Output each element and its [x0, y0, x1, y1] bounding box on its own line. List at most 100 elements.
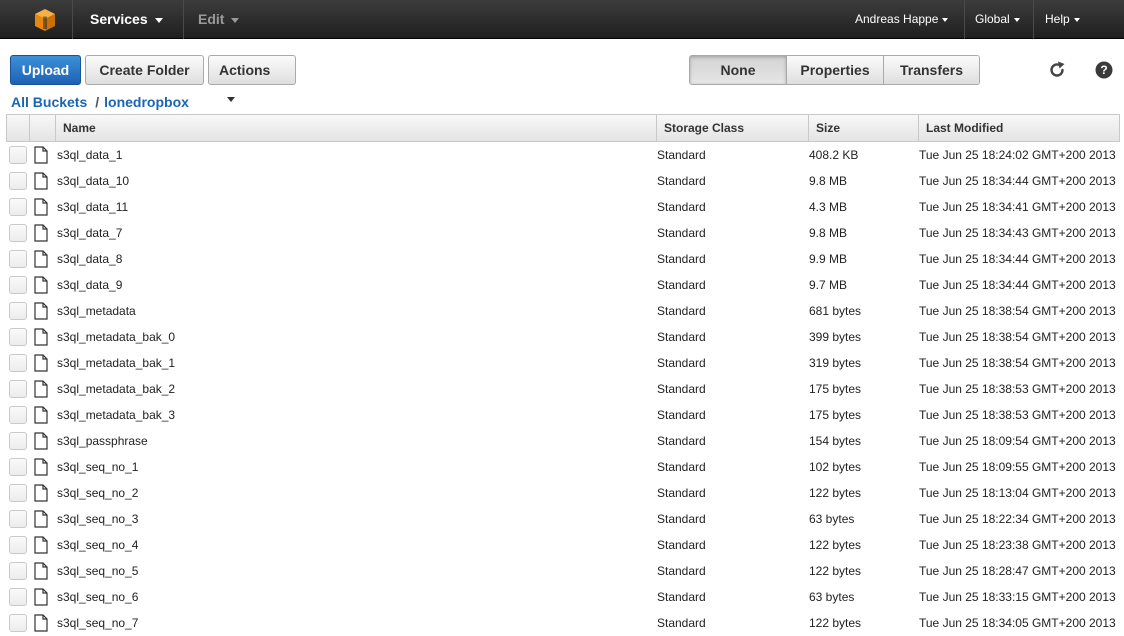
- file-name[interactable]: s3ql_passphrase: [57, 428, 148, 454]
- refresh-icon[interactable]: [1046, 59, 1068, 81]
- row-checkbox[interactable]: [9, 146, 27, 164]
- row-checkbox[interactable]: [9, 432, 27, 450]
- nav-divider: [72, 0, 73, 39]
- nav-divider: [1033, 0, 1034, 39]
- file-size: 9.7 MB: [809, 278, 848, 292]
- storage-class: Standard: [657, 200, 706, 214]
- row-checkbox[interactable]: [9, 172, 27, 190]
- row-checkbox[interactable]: [9, 198, 27, 216]
- actions-label: Actions: [219, 62, 271, 78]
- table-row[interactable]: s3ql_metadata_bak_3 Standard 175 bytes Tue …: [6, 402, 1120, 428]
- file-name[interactable]: s3ql_data_9: [57, 272, 122, 298]
- column-header-last-modified[interactable]: Last Modified: [918, 115, 1119, 141]
- file-name[interactable]: s3ql_metadata_bak_3: [57, 402, 175, 428]
- file-name[interactable]: s3ql_seq_no_6: [57, 584, 138, 610]
- row-checkbox[interactable]: [9, 354, 27, 372]
- file-icon: [34, 562, 48, 580]
- row-checkbox[interactable]: [9, 224, 27, 242]
- last-modified: Tue Jun 25 18:34:43 GMT+200 2013: [919, 226, 1116, 240]
- table-row[interactable]: s3ql_metadata_bak_0 Standard 399 bytes Tue …: [6, 324, 1120, 350]
- table-row[interactable]: s3ql_passphrase Standard 154 bytes Tue Jun …: [6, 428, 1120, 454]
- table-row[interactable]: s3ql_data_8 Standard 9.9 MB Tue Jun 25 18:3…: [6, 246, 1120, 272]
- column-header-size[interactable]: Size: [808, 115, 918, 141]
- services-menu[interactable]: Services: [90, 0, 163, 39]
- file-name[interactable]: s3ql_seq_no_4: [57, 532, 138, 558]
- table-row[interactable]: s3ql_seq_no_6 Standard 63 bytes Tue Jun 25 …: [6, 584, 1120, 610]
- storage-class: Standard: [657, 486, 706, 500]
- row-checkbox[interactable]: [9, 328, 27, 346]
- breadcrumb-all-buckets[interactable]: All Buckets: [11, 94, 87, 110]
- row-checkbox[interactable]: [9, 484, 27, 502]
- file-name[interactable]: s3ql_data_1: [57, 142, 122, 168]
- file-name[interactable]: s3ql_seq_no_5: [57, 558, 138, 584]
- row-checkbox[interactable]: [9, 536, 27, 554]
- file-icon: [34, 380, 48, 398]
- file-name[interactable]: s3ql_seq_no_1: [57, 454, 138, 480]
- table-row[interactable]: s3ql_data_9 Standard 9.7 MB Tue Jun 25 18:3…: [6, 272, 1120, 298]
- last-modified: Tue Jun 25 18:28:47 GMT+200 2013: [919, 564, 1116, 578]
- row-checkbox[interactable]: [9, 380, 27, 398]
- table-row[interactable]: s3ql_seq_no_4 Standard 122 bytes Tue Jun 25…: [6, 532, 1120, 558]
- file-name[interactable]: s3ql_data_7: [57, 220, 122, 246]
- edit-menu[interactable]: Edit: [198, 0, 240, 39]
- file-name[interactable]: s3ql_seq_no_2: [57, 480, 138, 506]
- table-row[interactable]: s3ql_metadata_bak_2 Standard 175 bytes Tue …: [6, 376, 1120, 402]
- row-checkbox[interactable]: [9, 458, 27, 476]
- region-menu[interactable]: Global: [975, 0, 1020, 39]
- row-checkbox[interactable]: [9, 510, 27, 528]
- column-header-name[interactable]: Name: [55, 115, 656, 141]
- last-modified: Tue Jun 25 18:38:54 GMT+200 2013: [919, 304, 1116, 318]
- region-label: Global: [975, 12, 1010, 26]
- table-row[interactable]: s3ql_seq_no_7 Standard 122 bytes Tue Jun 25…: [6, 610, 1120, 636]
- help-menu[interactable]: Help: [1045, 0, 1080, 39]
- view-transfers-tab[interactable]: Transfers: [884, 56, 979, 84]
- object-table: Name Storage Class Size Last Modified s3…: [6, 114, 1120, 636]
- table-row[interactable]: s3ql_data_11 Standard 4.3 MB Tue Jun 25 18:…: [6, 194, 1120, 220]
- file-icon: [34, 510, 48, 528]
- table-row[interactable]: s3ql_seq_no_5 Standard 122 bytes Tue Jun 25…: [6, 558, 1120, 584]
- view-switcher: None Properties Transfers: [689, 55, 980, 85]
- last-modified: Tue Jun 25 18:09:55 GMT+200 2013: [919, 460, 1116, 474]
- file-name[interactable]: s3ql_data_10: [57, 168, 129, 194]
- file-icon: [34, 250, 48, 268]
- help-icon[interactable]: ?: [1093, 59, 1115, 81]
- file-name[interactable]: s3ql_data_8: [57, 246, 122, 272]
- file-size: 9.8 MB: [809, 174, 848, 188]
- column-header-storage-class[interactable]: Storage Class: [656, 115, 808, 141]
- table-row[interactable]: s3ql_seq_no_1 Standard 102 bytes Tue Jun 25…: [6, 454, 1120, 480]
- table-row[interactable]: s3ql_data_10 Standard 9.8 MB Tue Jun 25 18:…: [6, 168, 1120, 194]
- chevron-down-icon: [154, 17, 163, 23]
- table-row[interactable]: s3ql_seq_no_3 Standard 63 bytes Tue Jun 25 …: [6, 506, 1120, 532]
- user-menu[interactable]: Andreas Happe: [855, 0, 949, 39]
- storage-class: Standard: [657, 304, 706, 318]
- breadcrumb-bucket[interactable]: lonedropbox: [104, 94, 189, 110]
- view-properties-tab[interactable]: Properties: [787, 56, 884, 84]
- storage-class: Standard: [657, 330, 706, 344]
- row-checkbox[interactable]: [9, 588, 27, 606]
- row-checkbox[interactable]: [9, 614, 27, 632]
- file-name[interactable]: s3ql_metadata_bak_2: [57, 376, 175, 402]
- row-checkbox[interactable]: [9, 406, 27, 424]
- view-none-tab[interactable]: None: [690, 56, 787, 84]
- create-folder-button[interactable]: Create Folder: [85, 55, 204, 85]
- file-size: 122 bytes: [809, 616, 862, 630]
- table-row[interactable]: s3ql_data_7 Standard 9.8 MB Tue Jun 25 18:3…: [6, 220, 1120, 246]
- table-row[interactable]: s3ql_metadata Standard 681 bytes Tue Jun 25…: [6, 298, 1120, 324]
- row-checkbox[interactable]: [9, 302, 27, 320]
- file-name[interactable]: s3ql_metadata: [57, 298, 136, 324]
- file-name[interactable]: s3ql_metadata_bak_1: [57, 350, 175, 376]
- row-checkbox[interactable]: [9, 562, 27, 580]
- table-row[interactable]: s3ql_seq_no_2 Standard 122 bytes Tue Jun 25…: [6, 480, 1120, 506]
- row-checkbox[interactable]: [9, 250, 27, 268]
- upload-button[interactable]: Upload: [10, 55, 81, 85]
- file-name[interactable]: s3ql_seq_no_7: [57, 610, 138, 636]
- table-row[interactable]: s3ql_metadata_bak_1 Standard 319 bytes Tue …: [6, 350, 1120, 376]
- aws-cube-icon[interactable]: [33, 8, 57, 32]
- row-checkbox[interactable]: [9, 276, 27, 294]
- file-name[interactable]: s3ql_data_11: [57, 194, 128, 220]
- file-name[interactable]: s3ql_metadata_bak_0: [57, 324, 175, 350]
- table-row[interactable]: s3ql_data_1 Standard 408.2 KB Tue Jun 25 18…: [6, 142, 1120, 168]
- actions-button[interactable]: Actions: [208, 55, 296, 102]
- file-name[interactable]: s3ql_seq_no_3: [57, 506, 138, 532]
- file-icon: [34, 432, 48, 450]
